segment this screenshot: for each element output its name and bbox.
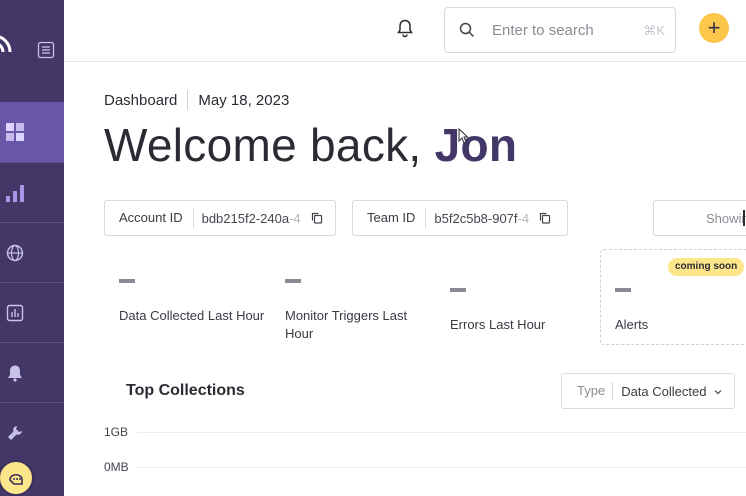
mouse-cursor-icon (458, 128, 468, 144)
type-select[interactable]: Type Data Collected (561, 373, 735, 409)
account-id-box: Account ID bdb215f2-240a-4 (104, 200, 336, 236)
search-shortcut: ⌘K (643, 23, 665, 38)
search-input[interactable]: Enter to search ⌘K (444, 7, 676, 53)
sidebar-item-globe[interactable] (0, 222, 64, 282)
sidebar (0, 0, 64, 496)
chart-gridline (137, 432, 746, 433)
sidebar-item-dashboard[interactable] (0, 102, 64, 162)
bell-icon (8, 365, 22, 382)
sidebar-item-tools[interactable] (0, 402, 64, 462)
breadcrumb-divider (187, 90, 189, 110)
welcome-greeting: Welcome back, (104, 119, 422, 171)
plus-icon: + (707, 15, 721, 40)
type-select-label: Type (562, 382, 614, 400)
breadcrumb: Dashboard May 18, 2023 (104, 90, 289, 110)
bell-icon[interactable] (395, 18, 415, 38)
chevron-down-icon (714, 390, 722, 395)
type-select-value: Data Collected (621, 383, 707, 399)
reports-icon (6, 304, 24, 321)
showing-label: Showing (706, 211, 746, 226)
add-button[interactable]: + (699, 13, 729, 43)
search-icon (459, 22, 475, 38)
team-id-box: Team ID b5f2c5b8-907f-4 (352, 200, 568, 236)
sidebar-header (0, 0, 64, 100)
breadcrumb-date: May 18, 2023 (198, 91, 290, 109)
stat-empty-value (450, 288, 466, 292)
stat-monitor-triggers: Monitor Triggers Last Hour (285, 279, 420, 343)
topbar: Enter to search ⌘K + (64, 0, 746, 62)
stat-errors: Errors Last Hour (450, 288, 600, 334)
sidebar-item-alerts[interactable] (0, 342, 64, 402)
copy-icon[interactable] (311, 212, 323, 224)
account-id-label: Account ID (105, 208, 194, 228)
stat-empty-value (119, 279, 135, 283)
stat-label: Alerts (615, 317, 649, 332)
showing-divider (743, 210, 745, 226)
showing-filter[interactable]: Showing (653, 200, 746, 236)
sidebar-item-reports[interactable] (0, 282, 64, 342)
tools-icon (8, 425, 22, 440)
account-id-value: bdb215f2-240a-4 (201, 210, 301, 226)
logo-icon[interactable] (0, 34, 14, 66)
page-title: Welcome back, Jon (104, 118, 517, 172)
welcome-user-name: Jon (434, 119, 518, 171)
axis-tick-label: 0MB (104, 460, 129, 474)
stat-label: Errors Last Hour (450, 317, 546, 332)
stat-empty-value (285, 279, 301, 283)
coming-soon-badge: coming soon (668, 258, 745, 276)
analytics-icon (6, 184, 24, 202)
search-placeholder: Enter to search (492, 22, 594, 39)
menu-icon[interactable] (37, 41, 55, 59)
team-id-value: b5f2c5b8-907f-4 (434, 210, 530, 226)
copy-icon[interactable] (539, 212, 551, 224)
help-icon[interactable] (0, 460, 34, 496)
globe-icon (6, 244, 24, 261)
sidebar-item-analytics[interactable] (0, 162, 64, 222)
axis-tick-label: 1GB (104, 425, 129, 439)
stat-label: Data Collected Last Hour (119, 308, 265, 323)
chart-gridline (137, 467, 746, 468)
stat-data-collected: Data Collected Last Hour (119, 279, 269, 325)
breadcrumb-page[interactable]: Dashboard (104, 92, 177, 109)
stat-empty-value (615, 288, 631, 292)
stat-alerts: Alerts (615, 288, 746, 334)
dashboard-icon (6, 123, 24, 141)
stat-label: Monitor Triggers Last Hour (285, 308, 408, 341)
team-id-label: Team ID (353, 208, 427, 228)
section-title: Top Collections (126, 382, 245, 399)
